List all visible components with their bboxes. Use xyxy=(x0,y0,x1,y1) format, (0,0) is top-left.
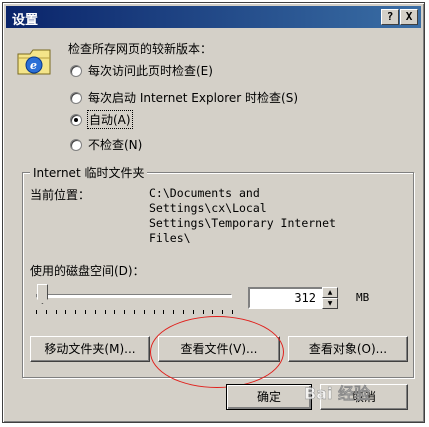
disk-space-label: 使用的磁盘空间(D)： xyxy=(30,264,145,278)
help-button[interactable]: ? xyxy=(381,9,399,25)
slider-tick xyxy=(114,310,116,314)
slider-tick xyxy=(143,310,145,314)
slider-tick xyxy=(124,310,126,314)
slider-tick xyxy=(85,310,86,314)
slider-tick xyxy=(163,310,165,314)
slider-tick xyxy=(45,310,47,314)
slider-tick xyxy=(153,310,155,314)
annotation-circle xyxy=(150,316,284,388)
question-mark-icon: ? xyxy=(386,10,394,23)
current-location-label: 当前位置： xyxy=(30,188,91,202)
slider-tick xyxy=(65,310,67,314)
disk-space-slider-track[interactable] xyxy=(36,294,232,298)
slider-tick xyxy=(232,310,233,314)
close-button[interactable]: X xyxy=(400,9,418,25)
slider-tick xyxy=(94,310,96,314)
disk-space-spinner[interactable]: ▲ ▼ xyxy=(322,287,338,309)
check-heading: 检查所存网页的较新版本： xyxy=(68,42,213,56)
slider-tick xyxy=(36,310,37,314)
current-location-value: C:\Documents and Settings\cx\Local Setti… xyxy=(149,186,336,245)
close-icon: X xyxy=(405,10,413,23)
slider-tick xyxy=(173,310,175,314)
svg-text:e: e xyxy=(30,59,37,72)
disk-space-input[interactable]: 312 xyxy=(248,287,324,309)
move-folder-button[interactable]: 移动文件夹(M)... xyxy=(30,336,150,362)
ie-globe-folder-icon: e xyxy=(17,49,51,75)
slider-tick xyxy=(75,310,77,314)
option-every-visit[interactable]: 每次访问此页时检查(E) xyxy=(70,62,213,79)
slider-ticks xyxy=(36,310,233,315)
option-label: 自动(A) xyxy=(87,110,133,129)
slider-tick xyxy=(134,310,135,314)
slider-tick xyxy=(222,310,224,314)
radio-automatic[interactable] xyxy=(70,113,82,126)
view-objects-button[interactable]: 查看对象(O)... xyxy=(288,336,408,362)
spin-down-icon[interactable]: ▼ xyxy=(322,298,338,309)
title-bar: 设置 ? X xyxy=(6,6,421,28)
slider-tick xyxy=(212,310,214,314)
option-automatic[interactable]: 自动(A) xyxy=(70,110,133,129)
option-label: 每次访问此页时检查(E) xyxy=(88,64,213,78)
slider-tick xyxy=(55,310,57,314)
slider-tick xyxy=(104,310,106,314)
slider-tick xyxy=(192,310,194,314)
baidu-watermark-icon: Bai 经验 xyxy=(304,384,371,403)
radio-never[interactable] xyxy=(70,138,82,151)
window-title: 设置 xyxy=(12,13,39,28)
slider-tick xyxy=(183,310,184,314)
option-every-start[interactable]: 每次启动 Internet Explorer 时检查(S) xyxy=(70,89,298,106)
watermark-text: Bai 经验 xyxy=(304,384,371,403)
option-never[interactable]: 不检查(N) xyxy=(70,136,142,153)
spin-up-icon[interactable]: ▲ xyxy=(322,287,338,298)
option-label: 不检查(N) xyxy=(88,138,143,152)
radio-every-visit[interactable] xyxy=(70,64,82,77)
radio-every-start[interactable] xyxy=(70,91,82,104)
group-title: Internet 临时文件夹 xyxy=(30,164,148,181)
option-label: 每次启动 Internet Explorer 时检查(S) xyxy=(88,91,299,105)
disk-space-unit: MB xyxy=(356,291,370,304)
slider-tick xyxy=(202,310,204,314)
